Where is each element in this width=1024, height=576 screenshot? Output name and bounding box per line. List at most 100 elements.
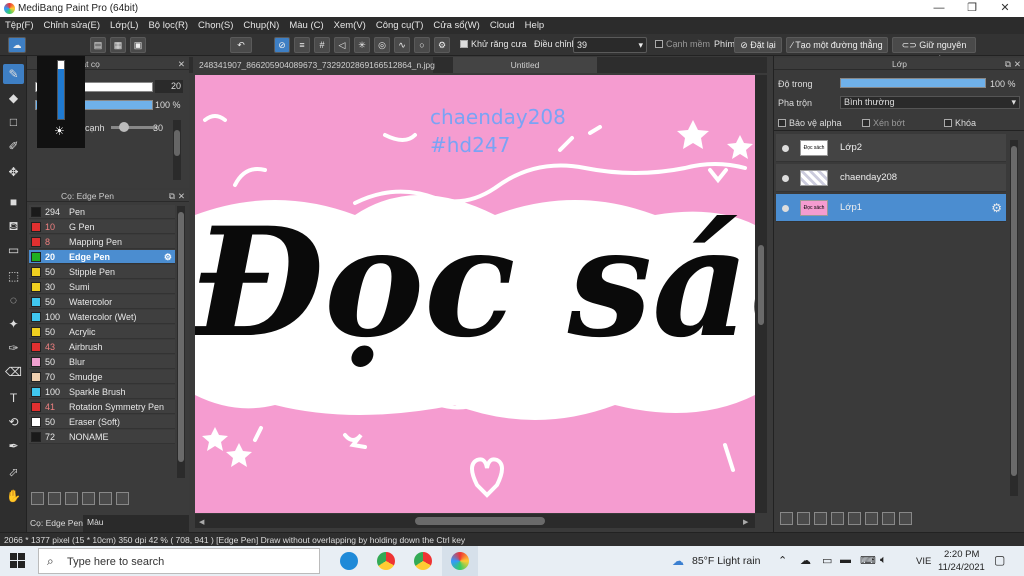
lasso-tool-icon[interactable]: ◌ xyxy=(3,290,24,310)
select-tool-icon[interactable]: ⬚ xyxy=(3,266,24,286)
battery-icon[interactable]: ▬ xyxy=(840,554,851,566)
straight-line-button[interactable]: ∕ Tạo một đường thẳng xyxy=(786,37,888,53)
copy-icon[interactable] xyxy=(99,492,112,505)
brush-item[interactable]: 30 Sumi xyxy=(29,280,175,294)
curve-snap-icon[interactable]: ∿ xyxy=(394,37,410,53)
reset-button[interactable]: ⊘ Đặt lại xyxy=(734,37,782,53)
add-brush-icon[interactable] xyxy=(65,492,78,505)
menu-window[interactable]: Cửa sổ(W) xyxy=(428,17,484,34)
close-icon[interactable]: ✕ xyxy=(1014,58,1021,70)
brush-item[interactable]: 70 Smudge xyxy=(29,370,175,384)
cloud-tray-icon[interactable]: ☁ xyxy=(800,554,811,567)
gear-icon[interactable]: ⚙ xyxy=(991,194,1002,222)
menu-help[interactable]: Help xyxy=(520,17,550,34)
select-pen-icon[interactable]: ✑ xyxy=(3,338,24,358)
brush-tool-icon[interactable]: ✎ xyxy=(3,64,24,84)
new-layer-1bit-icon[interactable] xyxy=(814,512,827,525)
layer-row[interactable]: Đọc sách Lớp1 ⚙ xyxy=(776,194,1006,222)
clock-time[interactable]: 2:20 PM xyxy=(944,549,979,560)
antialias-checkbox[interactable]: Khử răng cưa xyxy=(460,39,527,49)
volume-icon[interactable]: 🔈︎ xyxy=(880,554,887,567)
hand-tool-icon[interactable]: ✋ xyxy=(3,486,24,506)
horizontal-scrollbar[interactable]: ◀ ▶ xyxy=(195,514,755,528)
radial-snap-icon[interactable]: ✳ xyxy=(354,37,370,53)
clip-checkbox[interactable]: Xén bớt xyxy=(862,118,905,128)
language-indicator[interactable]: VIE xyxy=(916,556,931,567)
dot-tool-icon[interactable]: ✐ xyxy=(3,136,24,156)
tab-file[interactable]: 248341907_866205904089673_73292028691665… xyxy=(193,57,435,73)
size-value[interactable]: 20 xyxy=(155,80,183,93)
adjust-select[interactable]: 39 ▾ xyxy=(573,37,647,53)
no-snap-icon[interactable]: ⊘ xyxy=(274,37,290,53)
menu-filter[interactable]: Bộ lọc(R) xyxy=(143,17,193,34)
menu-capture[interactable]: Chụp(N) xyxy=(238,17,284,34)
delete-icon[interactable] xyxy=(116,492,129,505)
divide-tool-icon[interactable]: ⟲ xyxy=(3,412,24,432)
scroll-right-icon[interactable]: ▶ xyxy=(743,518,748,526)
layer-row[interactable]: Đọc sách Lớp2 xyxy=(776,134,1006,162)
duplicate-icon[interactable] xyxy=(865,512,878,525)
concentric-snap-icon[interactable]: ◎ xyxy=(374,37,390,53)
eyedropper-icon[interactable]: ✒ xyxy=(3,436,24,456)
close-icon[interactable]: ✕ xyxy=(178,190,185,202)
merge-icon[interactable] xyxy=(882,512,895,525)
menu-layer[interactable]: Lớp(L) xyxy=(105,17,143,34)
detach-icon[interactable]: ⧉ xyxy=(169,190,175,202)
undo-icon[interactable]: ↶ xyxy=(230,37,252,53)
chrome-icon[interactable] xyxy=(377,552,395,570)
protect-alpha-checkbox[interactable]: Bảo vệ alpha xyxy=(778,118,842,128)
new-brush-icon[interactable] xyxy=(48,492,61,505)
cloud-icon[interactable]: ☁ xyxy=(8,37,26,53)
maximize-button[interactable]: ❐ xyxy=(955,0,989,17)
brush-item[interactable]: 43 Airbrush xyxy=(29,340,175,354)
menu-edit[interactable]: Chỉnh sửa(E) xyxy=(39,17,106,34)
search-box[interactable]: ⌕ Type here to search xyxy=(38,548,320,574)
eraser-tool-icon[interactable]: ◆ xyxy=(3,88,24,108)
new-layer-8bit-icon[interactable] xyxy=(797,512,810,525)
select-eraser-icon[interactable]: ⌫ xyxy=(3,362,24,382)
chevron-up-icon[interactable]: ⌃ xyxy=(778,554,787,567)
brush-item[interactable]: 50 Watercolor xyxy=(29,295,175,309)
edge-slider[interactable] xyxy=(111,126,157,129)
edge-slider-handle[interactable] xyxy=(119,122,129,132)
tab-untitled[interactable]: Untitled xyxy=(453,57,597,73)
menu-select[interactable]: Chọn(S) xyxy=(193,17,238,34)
brush-item[interactable]: 294 Pen xyxy=(29,205,175,219)
brush-item[interactable]: 50 Blur xyxy=(29,355,175,369)
network-icon[interactable]: ▭ xyxy=(822,554,832,567)
brush-scrollbar[interactable] xyxy=(177,206,185,478)
gear-icon[interactable]: ⚙ xyxy=(434,37,450,53)
layer-row[interactable]: chaenday208 xyxy=(776,164,1006,192)
visibility-icon[interactable] xyxy=(782,175,789,182)
brightness-slider[interactable] xyxy=(57,60,65,120)
brush-item[interactable]: 10 G Pen xyxy=(29,220,175,234)
vertical-scrollbar[interactable] xyxy=(755,75,767,513)
brush-item[interactable]: 20 Edge Pen ⚙ xyxy=(29,250,175,264)
move-tool-icon[interactable]: ✥ xyxy=(3,162,24,182)
brush-item[interactable]: 50 Stipple Pen xyxy=(29,265,175,279)
detach-icon[interactable]: ⧉ xyxy=(1005,58,1011,70)
scroll-left-icon[interactable]: ◀ xyxy=(199,518,204,526)
brush-item[interactable]: 50 Eraser (Soft) xyxy=(29,415,175,429)
blend-select[interactable]: Bình thường ▾ xyxy=(840,96,1020,109)
windows-start-icon[interactable] xyxy=(10,553,26,569)
grid-snap-icon[interactable]: # xyxy=(314,37,330,53)
operation-tool-icon[interactable]: ⬀ xyxy=(3,462,24,482)
folder-icon[interactable] xyxy=(82,492,95,505)
text-tool-icon[interactable]: T xyxy=(3,388,24,408)
delete-icon[interactable] xyxy=(899,512,912,525)
visibility-icon[interactable] xyxy=(782,145,789,152)
scrollbar[interactable] xyxy=(173,120,181,180)
layer-opacity-slider[interactable] xyxy=(840,78,986,88)
keep-edge-button[interactable]: ⊂⊃ Giữ nguyên cạnh xyxy=(892,37,976,64)
menu-cloud[interactable]: Cloud xyxy=(485,17,520,34)
menu-file[interactable]: Tệp(F) xyxy=(0,17,39,34)
menu-tools[interactable]: Công cụ(T) xyxy=(371,17,429,34)
close-icon[interactable]: ✕ xyxy=(178,58,185,70)
brush-item[interactable]: 100 Sparkle Brush xyxy=(29,385,175,399)
magic-wand-icon[interactable]: ✦ xyxy=(3,314,24,334)
scrollbar-thumb[interactable] xyxy=(415,517,545,525)
soft-edge-checkbox[interactable]: Cạnh mềm xyxy=(655,39,710,49)
minimize-button[interactable]: — xyxy=(922,0,956,17)
document-icon[interactable]: ▤ xyxy=(90,37,106,53)
